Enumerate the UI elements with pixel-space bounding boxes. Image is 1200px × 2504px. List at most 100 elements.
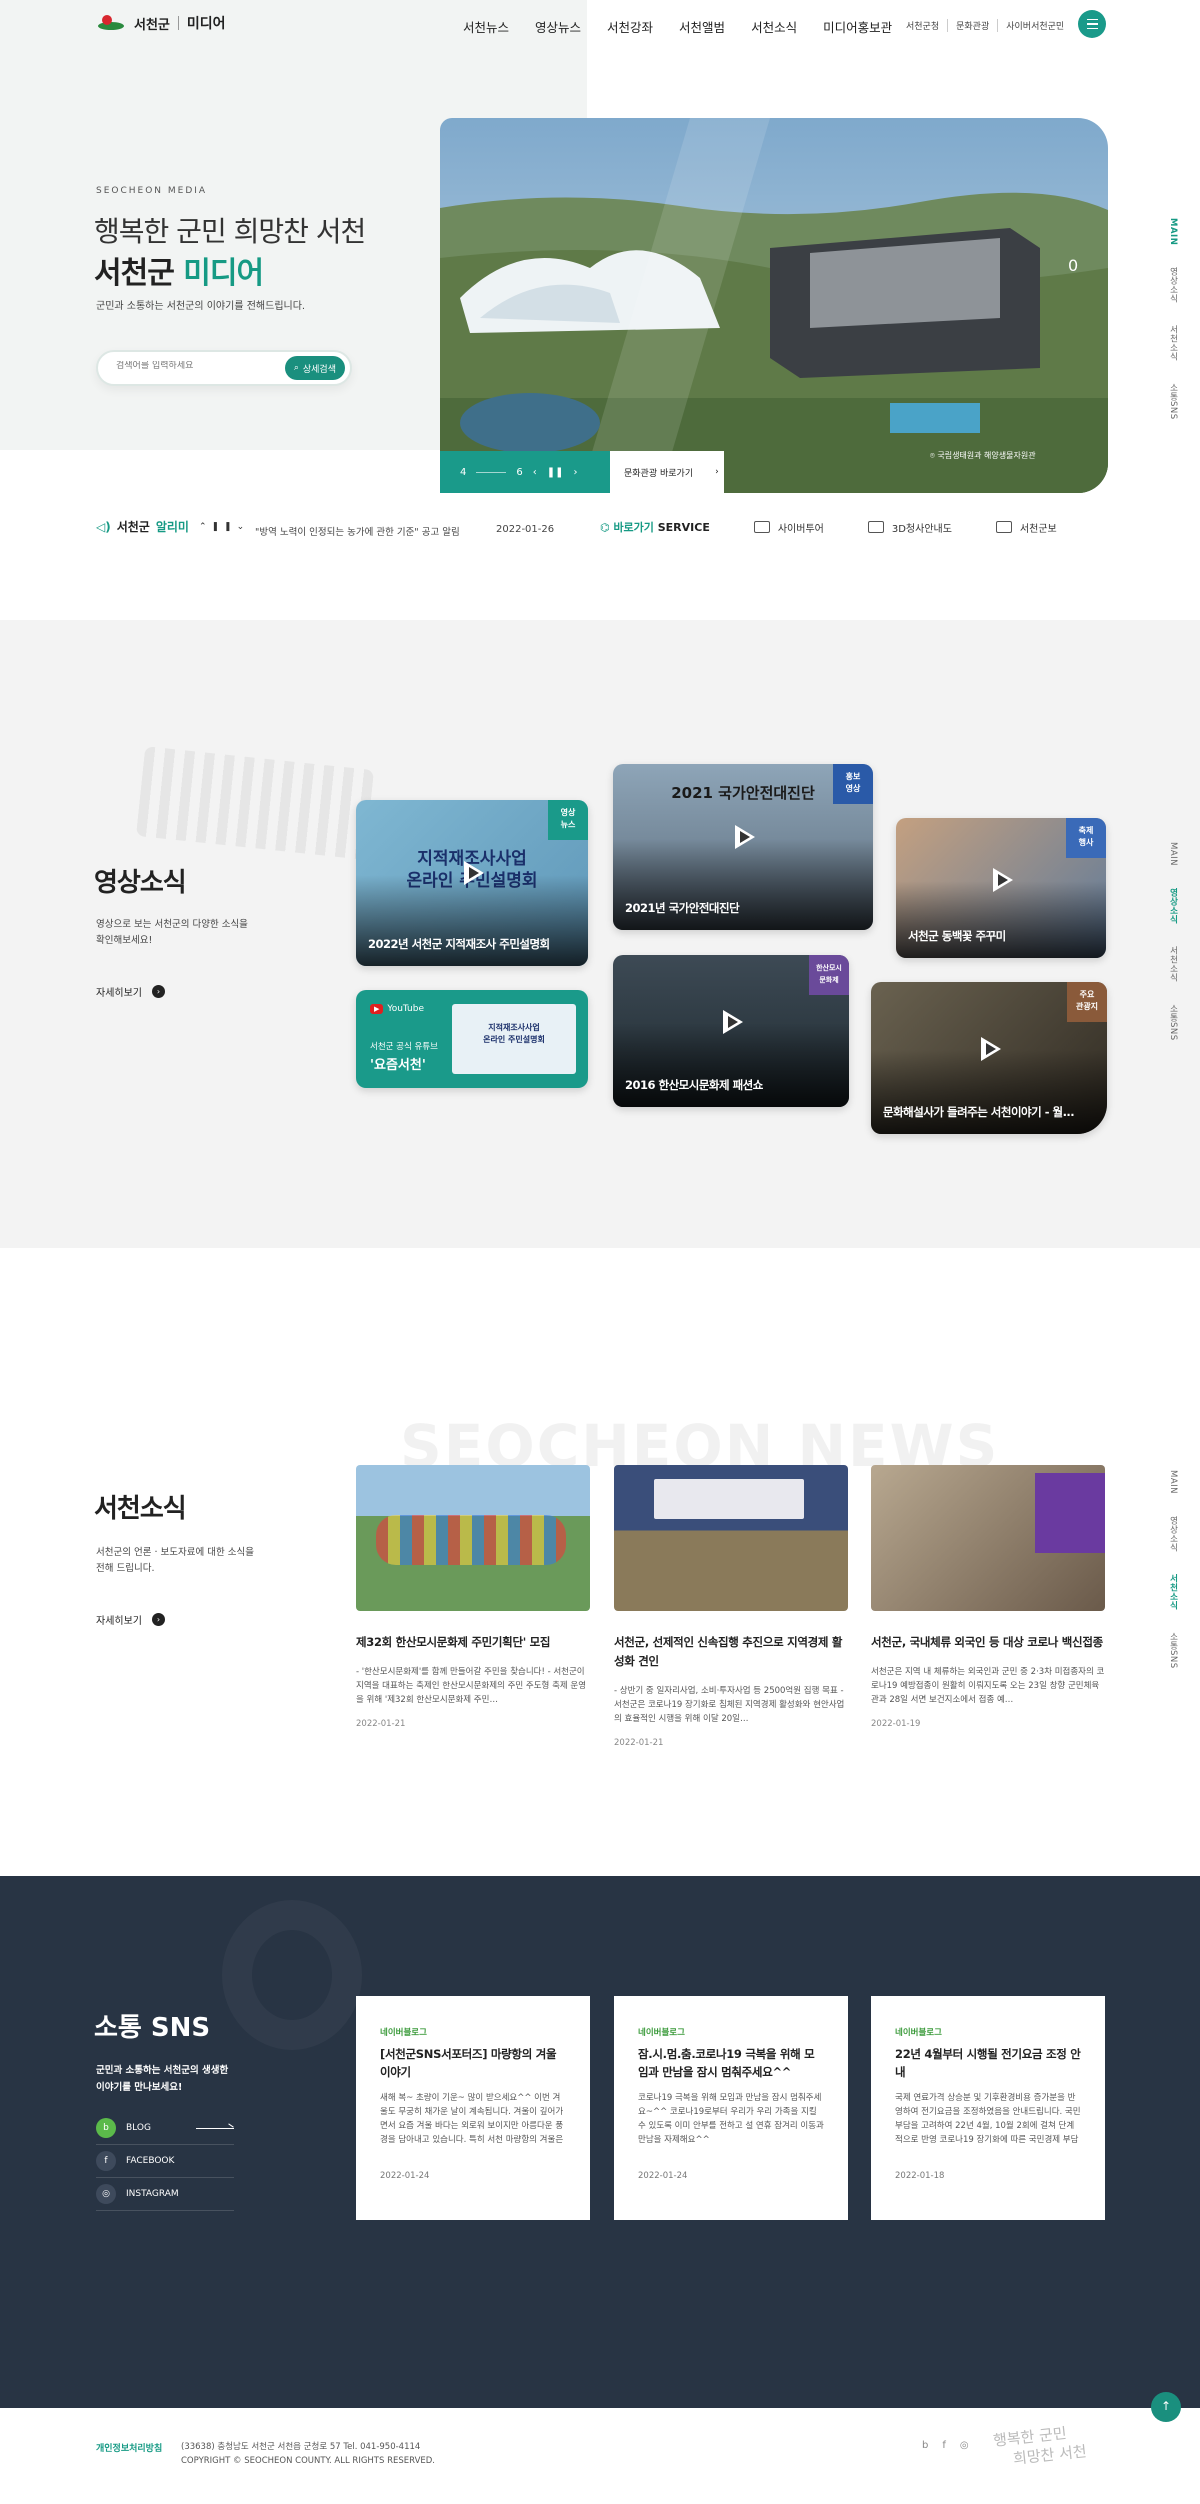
side-nav-sns-item[interactable]: 소통SNS [1167, 383, 1179, 420]
sns-card-title: 잠.시.멈.춤.코로나19 극복을 위해 모임과 만남을 잠시 멈춰주세요^^ [638, 2047, 815, 2079]
hero-subheadline-part1: 서천군 [94, 256, 184, 291]
blog-icon[interactable]: b [922, 2440, 928, 2451]
sns-card-summary: 코로나19 극복을 위해 모임과 만남을 잠시 멈춰주세요~^^ 코로나19로부… [638, 2093, 824, 2145]
video-desc-line2: 확인해보세요! [96, 935, 153, 946]
sns-link-blog[interactable]: b BLOG [96, 2112, 234, 2145]
photo-counter: 0 [1068, 256, 1079, 275]
side-nav-video-item[interactable]: 영상소식 [1167, 888, 1179, 924]
video-category-tag: 축제 행사 [1066, 818, 1106, 858]
facebook-icon: f [96, 2151, 116, 2171]
video-card[interactable]: 주요 관광지 문화해설사가 들려주는 서천이야기 - 월... [871, 982, 1107, 1134]
county-emblem-icon [96, 12, 126, 34]
utility-links: 서천군청 문화관광 사이버서천군민 [898, 19, 1072, 32]
festival-crowd-decoration [376, 1515, 566, 1565]
newspaper-icon [995, 521, 1012, 533]
video-title: 2021년 국가안전대진단 [625, 901, 740, 915]
video-card[interactable]: 지적재조사사업 온라인 주민설명회 영상 뉴스 2022년 서천군 지적재조사 … [356, 800, 588, 966]
sns-desc-line2: 이야기를 만나보세요! [96, 2082, 183, 2093]
side-nav-main-item[interactable]: MAIN [1168, 1470, 1178, 1494]
shortcut-title-part1: 바로가기 [613, 521, 658, 534]
notice-controls[interactable]: ⌃❚❚⌄ [199, 522, 249, 532]
shortcut-county-paper-label: 서천군보 [1019, 523, 1057, 535]
search-input[interactable] [116, 361, 266, 371]
sns-link-facebook[interactable]: f FACEBOOK [96, 2145, 234, 2178]
privacy-policy-link[interactable]: 개인정보처리방침 [96, 2441, 162, 2454]
youtube-label: YouTube [387, 1004, 424, 1014]
sns-link-instagram-label: INSTAGRAM [126, 2189, 179, 2199]
facebook-icon[interactable]: f [942, 2440, 946, 2451]
side-nav-news-item[interactable]: 서천소식 [1167, 1574, 1179, 1610]
slide-pause-icon[interactable]: ❚❚ [547, 467, 564, 478]
chevron-right-icon: › [715, 467, 719, 477]
youtube-preview: 지적재조사사업 온라인 주민설명회 [452, 1004, 576, 1074]
logo-media-text: 미디어 [186, 16, 226, 32]
nav-item-video-news[interactable]: 영상뉴스 [535, 17, 581, 36]
slide-next-icon[interactable]: › [574, 467, 578, 478]
vaccine-banner-decoration [1035, 1473, 1105, 1553]
news-more-link[interactable]: 자세히보기 › [96, 1612, 165, 1627]
video-more-link[interactable]: 자세히보기 › [96, 984, 165, 999]
side-nav-video-item[interactable]: 영상소식 [1167, 267, 1179, 303]
site-logo[interactable]: 서천군 미디어 [96, 12, 226, 34]
search-icon: ⌕ [293, 363, 299, 373]
news-card[interactable]: 제32회 한산모시문화제 주민기획단' 모집 - '한산모시문화제'를 함께 만… [356, 1465, 590, 1729]
youtube-badge: ▶ YouTube [370, 1004, 424, 1014]
nav-item-pr-hall[interactable]: 미디어홍보관 [823, 17, 892, 36]
sns-card[interactable]: 네이버블로그 [서천군SNS서포터즈] 마량항의 겨울이야기 새해 복~ 초량이… [356, 1996, 590, 2220]
youtube-icon: ▶ [370, 1004, 384, 1014]
shortcut-3d-map[interactable]: 3D청사안내도 [867, 520, 952, 535]
notice-title-highlight: 알리미 [155, 520, 189, 534]
video-card[interactable]: 2021 국가안전대진단 홍보 영상 2021년 국가안전대진단 [613, 764, 873, 930]
side-nav-video: MAIN 영상소식 서천소식 소통SNS [1166, 842, 1180, 1041]
sns-link-list: b BLOG f FACEBOOK ◎ INSTAGRAM [96, 2112, 234, 2211]
logo-text: 서천군 [134, 17, 170, 33]
shortcut-service: ⌬ 바로가기 SERVICE 사이버투어 3D청사안내도 서천군보 [600, 519, 1057, 535]
news-card[interactable]: 서천군, 선제적인 신속집행 추진으로 지역경제 활성화 견인 - 상반기 중 … [614, 1465, 848, 1748]
side-nav-main-item[interactable]: MAIN [1168, 218, 1178, 245]
news-card[interactable]: 서천군, 국내체류 외국인 등 대상 코로나 백신접종 서천군은 지역 내 체류… [871, 1465, 1105, 1729]
sns-card[interactable]: 네이버블로그 22년 4월부터 시행될 전기요금 조정 안내 국제 연료가격 상… [871, 1996, 1105, 2220]
slide-prev-icon[interactable]: ‹ [533, 467, 537, 478]
util-link-cyber-citizen[interactable]: 사이버서천군민 [997, 19, 1072, 32]
scroll-top-icon[interactable]: ↑ [1151, 2392, 1181, 2422]
youtube-channel-card[interactable]: ▶ YouTube 서천군 공식 유튜브 '요즘서천' 지적재조사사업 온라인 주… [356, 990, 588, 1088]
video-card[interactable]: 축제 행사 서천군 동백꽃 주꾸미 [896, 818, 1106, 958]
side-nav-sns-item[interactable]: 소통SNS [1167, 1632, 1179, 1669]
hero-subheadline-highlight: 미디어 [183, 256, 264, 291]
video-section-title: 영상소식 [94, 868, 187, 898]
nav-item-news[interactable]: 서천뉴스 [463, 17, 509, 36]
detail-search-button[interactable]: ⌕ 상세검색 [284, 356, 345, 380]
side-nav-sns-item[interactable]: 소통SNS [1167, 1004, 1179, 1041]
youtube-line1: 서천군 공식 유튜브 [370, 1042, 438, 1052]
nav-item-lecture[interactable]: 서천강좌 [607, 17, 653, 36]
slide-current: 4 [460, 466, 467, 478]
sns-card[interactable]: 네이버블로그 잠.시.멈.춤.코로나19 극복을 위해 모임과 만남을 잠시 멈… [614, 1996, 848, 2220]
video-card[interactable]: 한산모시 문화제 2016 한산모시문화제 패션쇼 [613, 955, 849, 1107]
nav-item-album[interactable]: 서천앨범 [679, 17, 725, 36]
hamburger-icon[interactable] [1078, 10, 1106, 38]
shortcut-cyber-tour[interactable]: 사이버투어 [753, 520, 824, 535]
util-link-county-office[interactable]: 서천군청 [898, 19, 947, 32]
arrow-right-icon: › [152, 1613, 165, 1626]
shortcut-county-paper[interactable]: 서천군보 [995, 520, 1057, 535]
news-title: 서천군, 국내체류 외국인 등 대상 코로나 백신접종 [871, 1635, 1103, 1649]
instagram-icon: ◎ [96, 2184, 116, 2204]
side-nav-video-item[interactable]: 영상소식 [1167, 1516, 1179, 1552]
side-nav-main-item[interactable]: MAIN [1168, 842, 1178, 866]
sns-link-instagram[interactable]: ◎ INSTAGRAM [96, 2178, 234, 2211]
instagram-icon[interactable]: ◎ [960, 2440, 969, 2451]
side-nav-main: MAIN 영상소식 서천소식 소통SNS [1166, 218, 1180, 420]
side-nav-news-item[interactable]: 서천소식 [1167, 946, 1179, 982]
side-nav-news-item[interactable]: 서천소식 [1167, 325, 1179, 361]
culture-tour-button[interactable]: 문화관광 바로가기 › [610, 451, 724, 493]
detail-search-label: 상세검색 [302, 364, 336, 375]
sns-card-date: 2022-01-24 [380, 2171, 430, 2181]
news-date: 2022-01-21 [614, 1738, 664, 1748]
news-section-title: 서천소식 [94, 1494, 187, 1524]
notice-text[interactable]: "방역 노력이 인정되는 농가에 관한 기준" 공고 알림 [255, 524, 460, 538]
video-category-tag: 홍보 영상 [833, 764, 873, 804]
util-link-culture-tour[interactable]: 문화관광 [947, 19, 997, 32]
slide-total: 6 [516, 466, 523, 478]
sns-card-category: 네이버블로그 [380, 2028, 427, 2038]
nav-item-notice[interactable]: 서천소식 [751, 17, 797, 36]
